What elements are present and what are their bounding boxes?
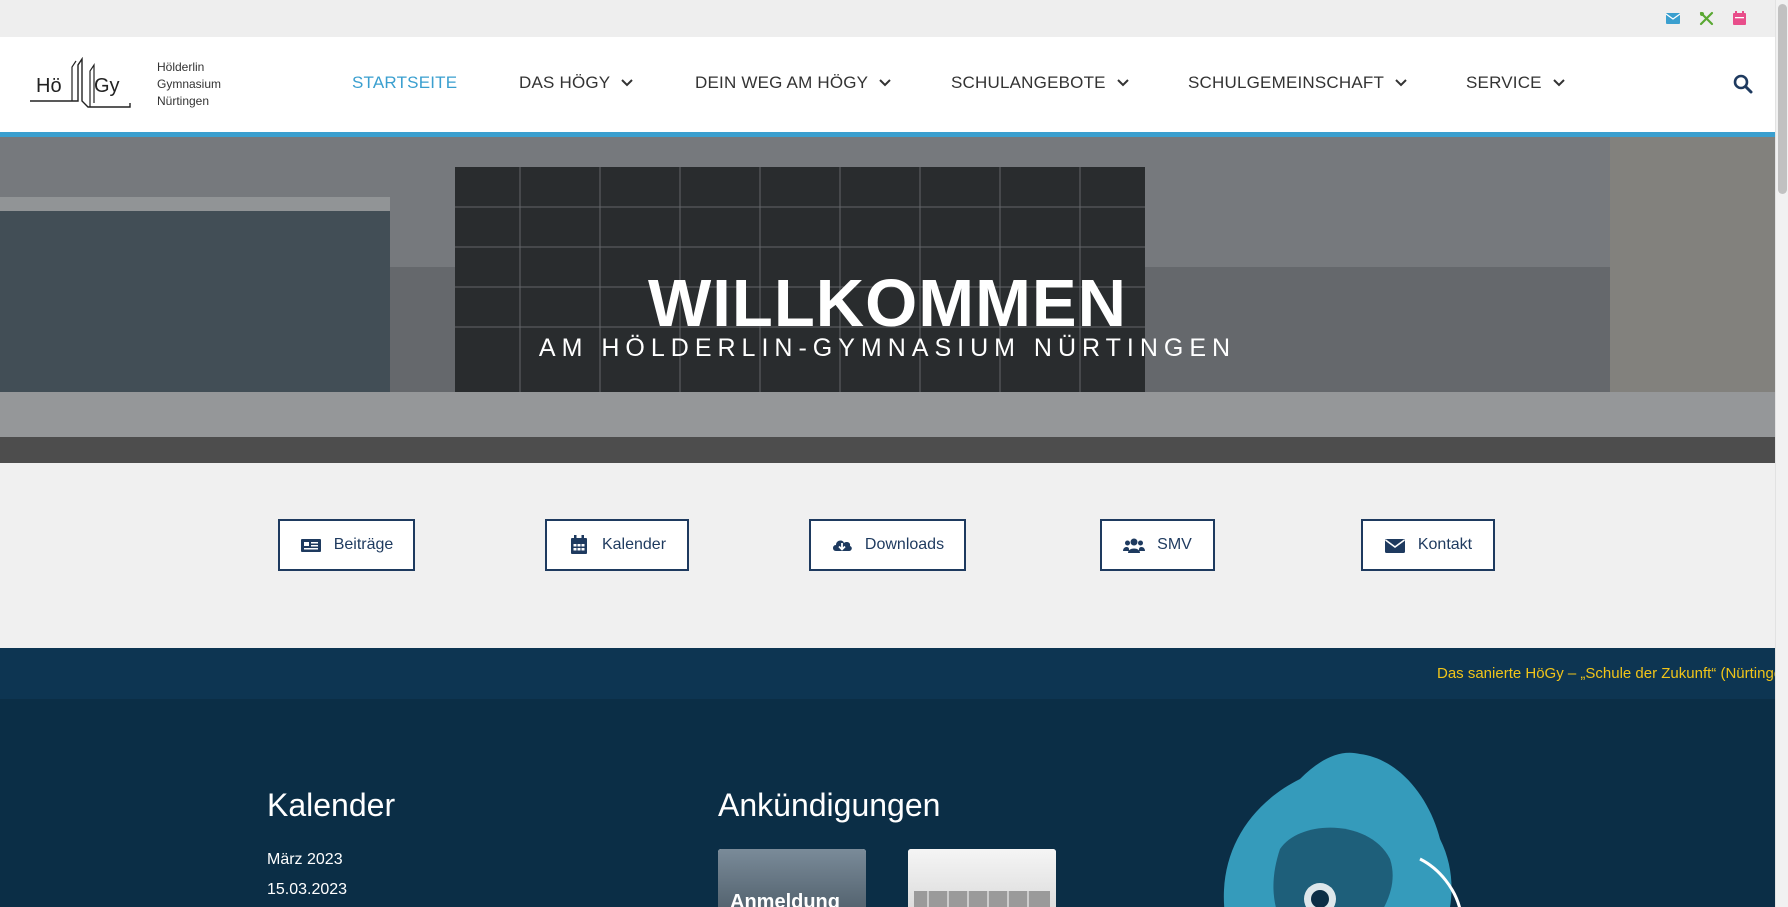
nav-label: STARTSEITE (352, 73, 458, 92)
hoelderlin-portrait-graphic (1223, 752, 1461, 907)
button-label: SMV (1157, 536, 1192, 553)
downloads-button[interactable]: Downloads (809, 519, 966, 571)
logo-wordmark: Hölderlin Gymnasium Nürtingen (157, 59, 221, 110)
calendar-month: März 2023 (267, 851, 343, 868)
cloud-download-icon (832, 540, 852, 551)
kalender-button[interactable]: Kalender (545, 519, 689, 571)
nav-item-schulangebote[interactable]: SCHULANGEBOTE (951, 73, 1130, 93)
logo-line-2: Gymnasium (157, 77, 222, 91)
svg-text:Gy: Gy (94, 75, 120, 97)
calendar-icon (570, 535, 587, 554)
page-scrollbar[interactable] (1775, 0, 1788, 907)
beitraege-button[interactable]: Beiträge (278, 519, 415, 571)
quick-links-section: Beiträge Kalender Downloads SMV Kontakt (0, 463, 1775, 648)
calendar-icon[interactable] (1731, 10, 1747, 26)
calendar-date[interactable]: 15.03.2023 (267, 881, 347, 899)
button-label: Kalender (601, 536, 667, 553)
chevron-down-icon (1116, 79, 1129, 87)
button-label: Kontakt (1417, 536, 1473, 553)
announcement-card-2[interactable] (908, 849, 1056, 907)
calendar-heading: Kalender (267, 787, 396, 823)
hero-subtitle: AM HÖLDERLIN-GYMNASIUM NÜRTINGEN (538, 334, 1237, 362)
chevron-down-icon (621, 79, 634, 87)
logo-line-1: Hölderlin (157, 60, 205, 74)
utensils-icon[interactable] (1698, 10, 1714, 26)
nav-label: SCHULANGEBOTE (951, 73, 1106, 92)
chevron-down-icon (879, 79, 891, 87)
nav-label: SCHULGEMEINSCHAFT (1188, 73, 1385, 92)
envelope-icon (1384, 539, 1405, 553)
announcement-card-1[interactable]: Anmeldung (718, 849, 866, 907)
school-logo[interactable]: Hö Gy (28, 56, 134, 111)
nav-item-startseite[interactable]: STARTSEITE (352, 73, 457, 93)
svg-text:Hö: Hö (36, 75, 62, 97)
nav-label: DAS HÖGY (519, 73, 611, 92)
nav-item-dein-weg[interactable]: DEIN WEG AM HÖGY (695, 73, 892, 93)
logo-line-3: Nürtingen (157, 94, 210, 108)
nav-item-das-hoegy[interactable]: DAS HÖGY (519, 73, 634, 93)
users-icon (1123, 538, 1146, 553)
button-label: Beiträge (333, 536, 394, 553)
search-icon[interactable] (1733, 74, 1755, 96)
nav-label: DEIN WEG AM HÖGY (695, 73, 869, 92)
newspaper-icon (300, 539, 321, 552)
smv-button[interactable]: SMV (1100, 519, 1215, 571)
nav-label: SERVICE (1466, 73, 1542, 92)
building-drawing (914, 891, 1050, 907)
news-ticker: Das sanierte HöGy – „Schule der Zukunft“… (0, 648, 1775, 699)
nav-item-schulgemeinschaft[interactable]: SCHULGEMEINSCHAFT (1188, 73, 1408, 93)
top-utility-bar (0, 0, 1775, 37)
scrollbar-thumb[interactable] (1778, 4, 1787, 194)
envelope-icon[interactable] (1665, 10, 1681, 26)
button-label: Downloads (864, 536, 945, 553)
site-header: Hö Gy Hölderlin Gymnasium Nürtingen STAR… (0, 37, 1775, 132)
announcement-title: Anmeldung (730, 891, 840, 907)
announcements-heading: Ankündigungen (718, 787, 941, 823)
hero-banner: WILLKOMMEN AM HÖLDERLIN-GYMNASIUM NÜRTIN… (0, 137, 1775, 463)
ticker-text[interactable]: Das sanierte HöGy – „Schule der Zukunft“… (1437, 665, 1775, 682)
chevron-down-icon (1553, 79, 1565, 87)
content-section: Kalender März 2023 15.03.2023 Ankündigun… (0, 699, 1775, 907)
kontakt-button[interactable]: Kontakt (1361, 519, 1495, 571)
chevron-down-icon (1395, 79, 1407, 87)
hero-title: WILLKOMMEN (648, 266, 1127, 341)
nav-item-service[interactable]: SERVICE (1466, 73, 1566, 93)
